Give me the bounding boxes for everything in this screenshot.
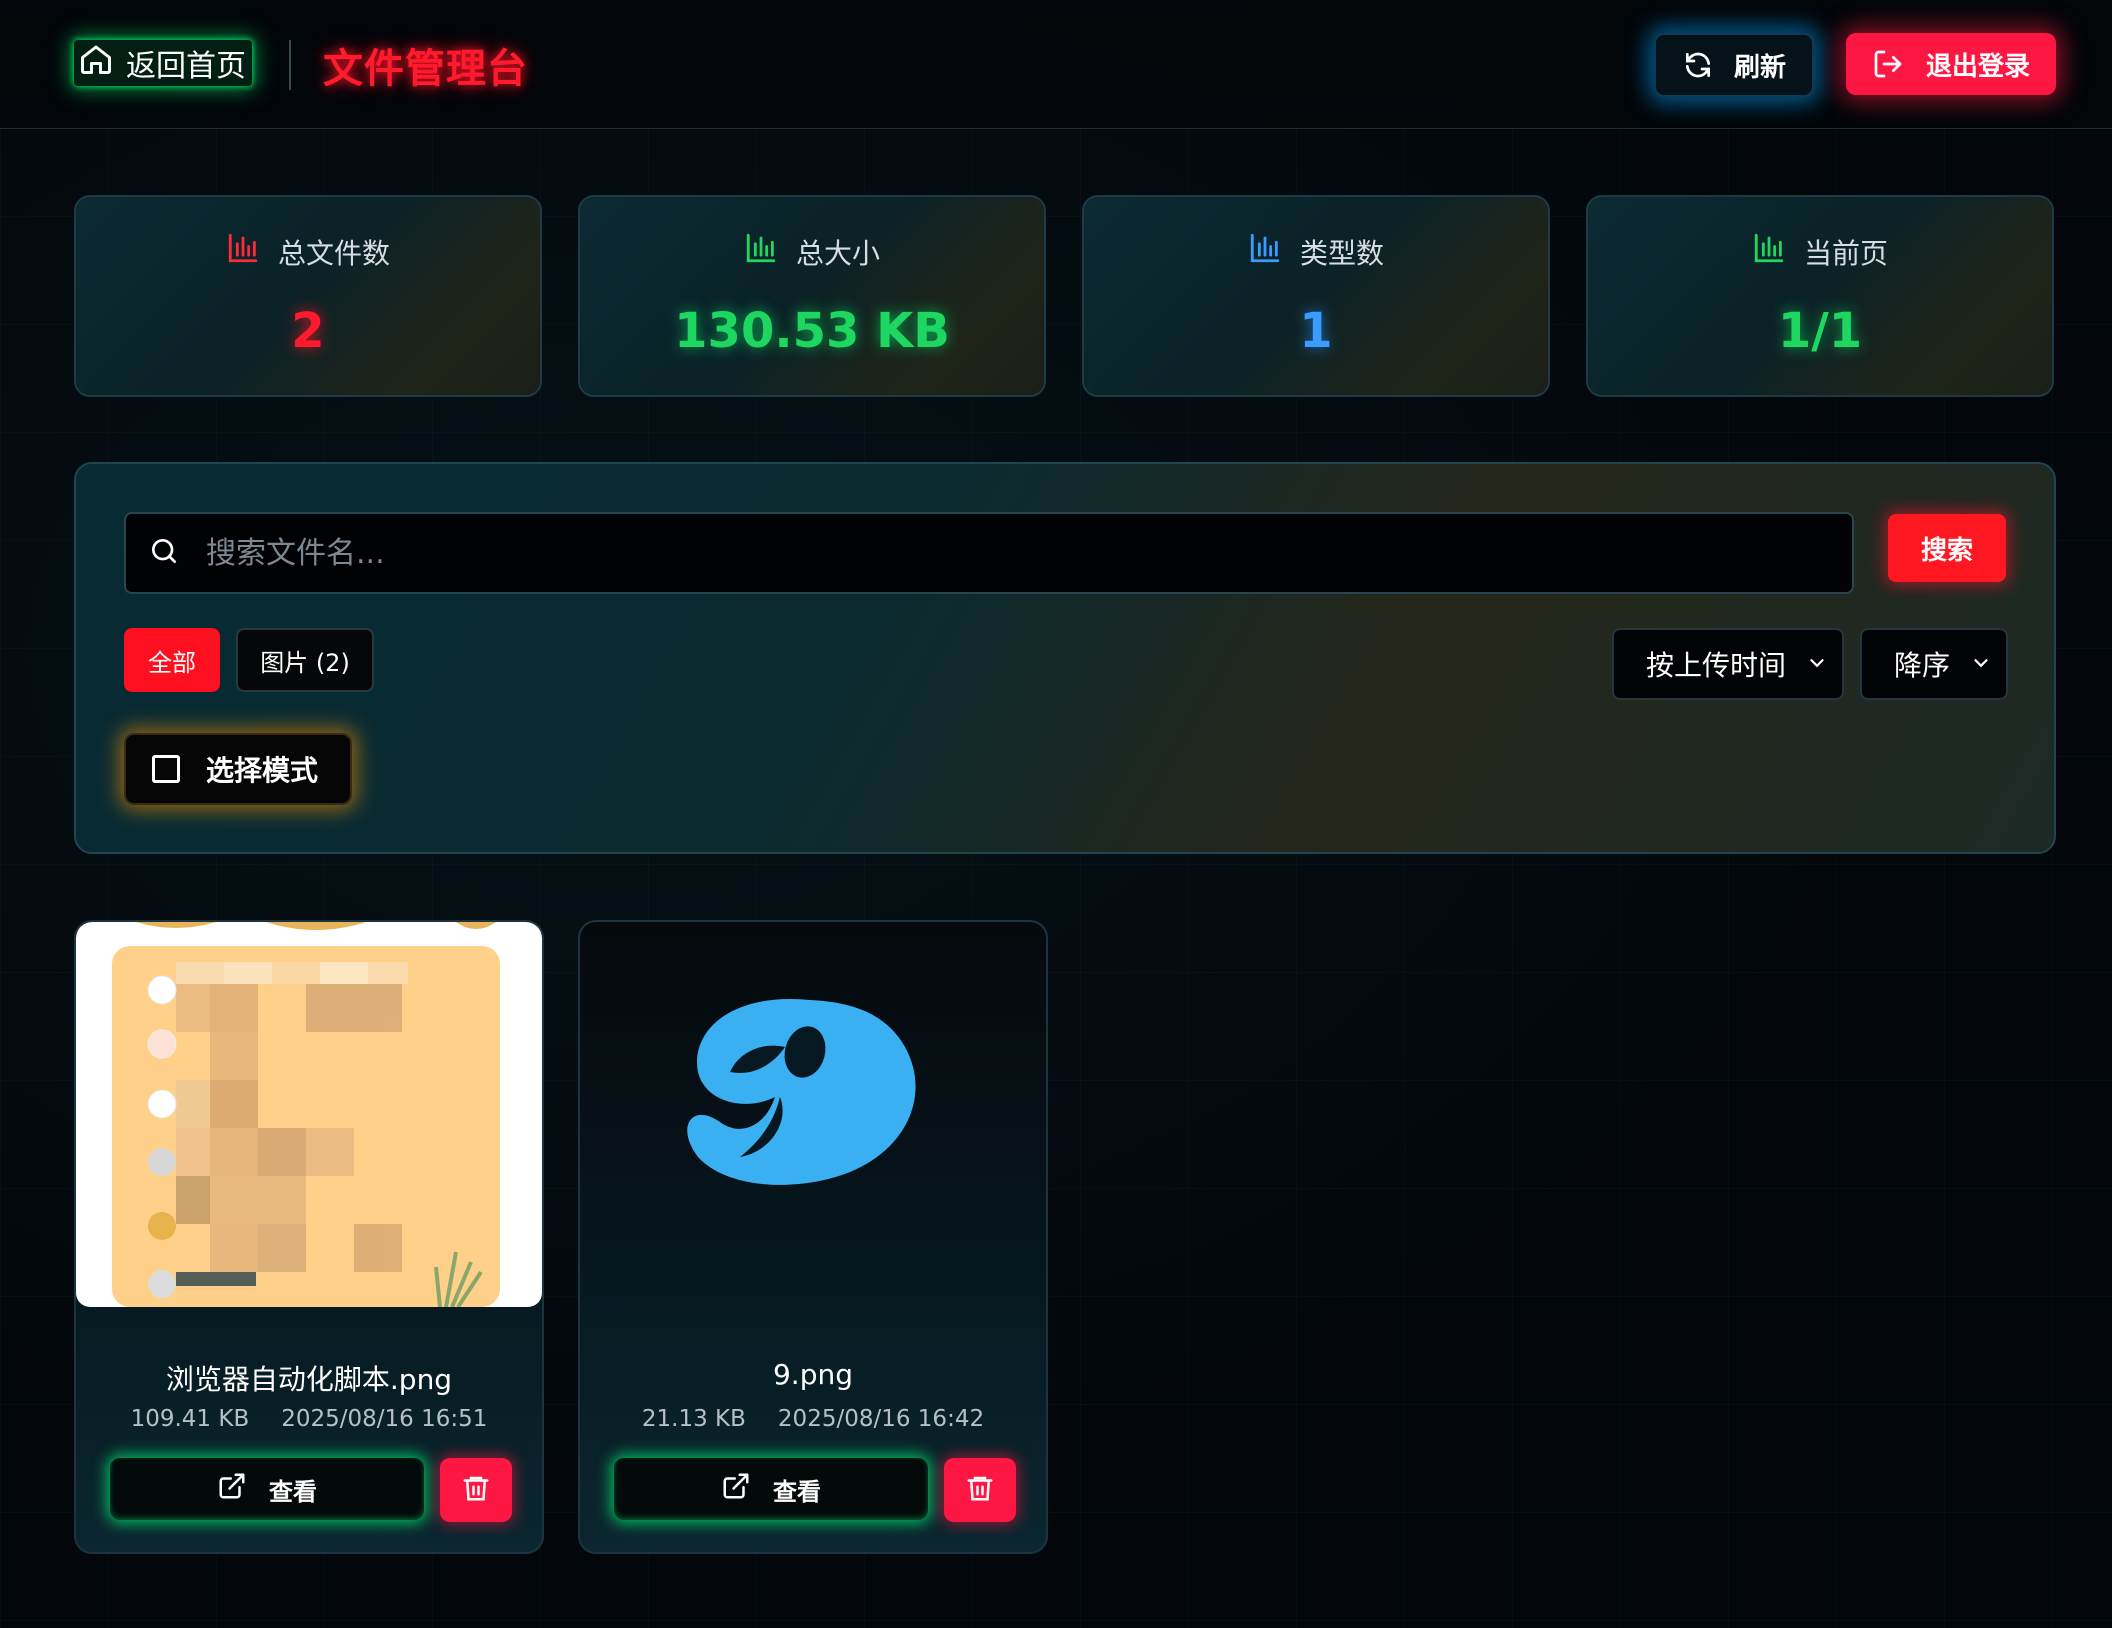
header-divider: [289, 40, 291, 90]
file-name: 浏览器自动化脚本.png: [165, 1363, 453, 1396]
file-card: 9.png 21.13 KB 2025/08/16 16:42 查看: [578, 920, 1048, 1554]
file-name: 9.png: [772, 1358, 853, 1391]
filter-chip-all[interactable]: 全部: [124, 628, 220, 692]
sort-by-select[interactable]: 按上传时间: [1612, 628, 1844, 700]
page-title: 文件管理台: [323, 46, 528, 92]
bar-chart-icon: [1248, 231, 1282, 272]
stat-value: 1/1: [1777, 303, 1863, 359]
view-button[interactable]: 查看: [614, 1458, 928, 1520]
select-mode-button[interactable]: 选择模式: [124, 733, 352, 805]
file-meta: 21.13 KB 2025/08/16 16:42: [580, 1406, 1046, 1432]
sort-by-value: 按上传时间: [1646, 649, 1787, 682]
search-button[interactable]: 搜索: [1888, 514, 2006, 582]
delete-button[interactable]: [944, 1458, 1016, 1522]
trash-icon: [461, 1473, 491, 1507]
stat-value: 130.53 KB: [674, 303, 950, 359]
bar-chart-icon: [744, 231, 778, 272]
thumbnail-image: [76, 922, 542, 1307]
view-label: 查看: [773, 1477, 821, 1506]
external-link-icon: [721, 1471, 751, 1507]
logout-button[interactable]: 退出登录: [1846, 33, 2056, 95]
stat-label: 总文件数: [277, 236, 390, 270]
file-date: 2025/08/16 16:51: [281, 1406, 488, 1432]
logout-icon: [1872, 48, 1904, 80]
external-link-icon: [217, 1471, 247, 1507]
checkbox-icon: [152, 755, 180, 783]
chevron-down-icon: [1806, 648, 1842, 681]
sort-order-select[interactable]: 降序: [1860, 628, 2008, 700]
search-icon: [126, 535, 180, 571]
stat-label: 当前页: [1803, 236, 1888, 270]
file-thumbnail[interactable]: [76, 922, 542, 1307]
home-icon: [78, 41, 114, 85]
search-field[interactable]: [124, 512, 1854, 594]
bar-chart-icon: [226, 231, 260, 272]
stat-label: 类型数: [1299, 236, 1384, 270]
stat-value: 2: [291, 303, 325, 359]
filter-chip-images[interactable]: 图片 (2): [236, 628, 374, 692]
bar-chart-icon: [1752, 231, 1786, 272]
file-size: 109.41 KB: [130, 1406, 250, 1432]
file-date: 2025/08/16 16:42: [777, 1406, 985, 1432]
home-button-label: 返回首页: [126, 49, 246, 84]
top-header: 返回首页 文件管理台 刷新 退出登录: [0, 0, 2112, 129]
delete-button[interactable]: [440, 1458, 512, 1522]
stat-card-current-page: 当前页 1/1: [1586, 195, 2054, 397]
file-meta: 109.41 KB 2025/08/16 16:51: [76, 1406, 542, 1432]
stat-value: 1: [1299, 303, 1333, 359]
logout-label: 退出登录: [1925, 51, 2030, 82]
refresh-label: 刷新: [1733, 52, 1786, 83]
refresh-button[interactable]: 刷新: [1654, 33, 1814, 97]
sort-order-value: 降序: [1894, 649, 1951, 682]
chevron-down-icon: [1970, 648, 2006, 681]
view-button[interactable]: 查看: [110, 1458, 424, 1520]
thumbnail-image: [687, 998, 916, 1185]
select-mode-label: 选择模式: [206, 754, 319, 787]
stat-card-type-count: 类型数 1: [1082, 195, 1550, 397]
search-input[interactable]: [204, 534, 1852, 572]
stat-card-total-files: 总文件数 2: [74, 195, 542, 397]
home-button[interactable]: 返回首页: [74, 40, 252, 86]
stat-label: 总大小: [795, 236, 880, 270]
file-card: 浏览器自动化脚本.png 109.41 KB 2025/08/16 16:51 …: [74, 920, 544, 1554]
file-thumbnail[interactable]: [580, 922, 1046, 1307]
trash-icon: [965, 1473, 995, 1507]
stat-card-total-size: 总大小 130.53 KB: [578, 195, 1046, 397]
file-size: 21.13 KB: [641, 1406, 746, 1432]
view-label: 查看: [269, 1477, 317, 1506]
refresh-icon: [1682, 49, 1714, 81]
